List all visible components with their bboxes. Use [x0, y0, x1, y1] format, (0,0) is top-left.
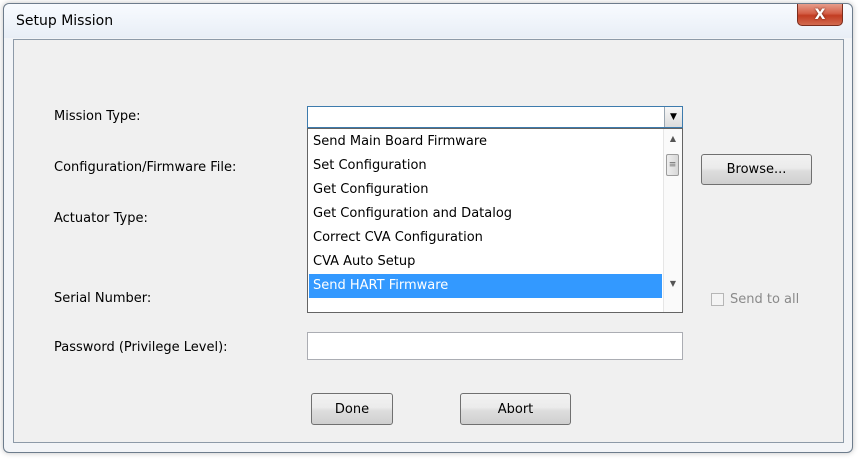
- title-bar[interactable]: Setup Mission X: [4, 4, 852, 38]
- window-title: Setup Mission: [16, 13, 114, 29]
- chevron-down-icon[interactable]: ▼: [664, 107, 682, 127]
- config-file-label: Configuration/Firmware File:: [54, 160, 237, 175]
- abort-button[interactable]: Abort: [460, 393, 571, 425]
- dialog-body: Mission Type: Configuration/Firmware Fil…: [13, 39, 844, 443]
- scrollbar-thumb[interactable]: ≡: [666, 154, 679, 176]
- done-button[interactable]: Done: [311, 393, 393, 425]
- scroll-down-icon[interactable]: ▼: [664, 274, 682, 292]
- mission-type-combobox[interactable]: ▼: [307, 106, 683, 128]
- dropdown-option[interactable]: Send Main Board Firmware: [309, 130, 662, 154]
- actuator-type-label: Actuator Type:: [54, 211, 148, 226]
- mission-type-label: Mission Type:: [54, 109, 141, 124]
- mission-type-dropdown-list[interactable]: Send Main Board Firmware Set Configurati…: [307, 128, 683, 313]
- browse-button[interactable]: Browse...: [701, 154, 812, 185]
- scroll-up-icon[interactable]: ▲: [664, 129, 682, 147]
- send-to-all-label: Send to all: [730, 292, 800, 307]
- dropdown-option[interactable]: Get Configuration and Datalog: [309, 202, 662, 226]
- setup-mission-dialog: Setup Mission X Mission Type: Configurat…: [3, 3, 853, 453]
- dropdown-option[interactable]: Get Configuration: [309, 178, 662, 202]
- close-button[interactable]: X: [797, 4, 843, 26]
- password-input[interactable]: [307, 332, 683, 360]
- serial-number-label: Serial Number:: [54, 291, 152, 306]
- dropdown-option[interactable]: CVA Auto Setup: [309, 250, 662, 274]
- dropdown-option-selected[interactable]: Send HART Firmware: [309, 274, 662, 298]
- dropdown-option[interactable]: Set Configuration: [309, 154, 662, 178]
- dropdown-option[interactable]: Correct CVA Configuration: [309, 226, 662, 250]
- close-icon: X: [814, 6, 826, 23]
- password-label: Password (Privilege Level):: [54, 340, 228, 355]
- send-to-all-checkbox-group[interactable]: Send to all: [711, 292, 799, 307]
- dropdown-scrollbar[interactable]: ▲ ≡ ▼: [663, 129, 682, 312]
- send-to-all-checkbox[interactable]: [711, 293, 724, 306]
